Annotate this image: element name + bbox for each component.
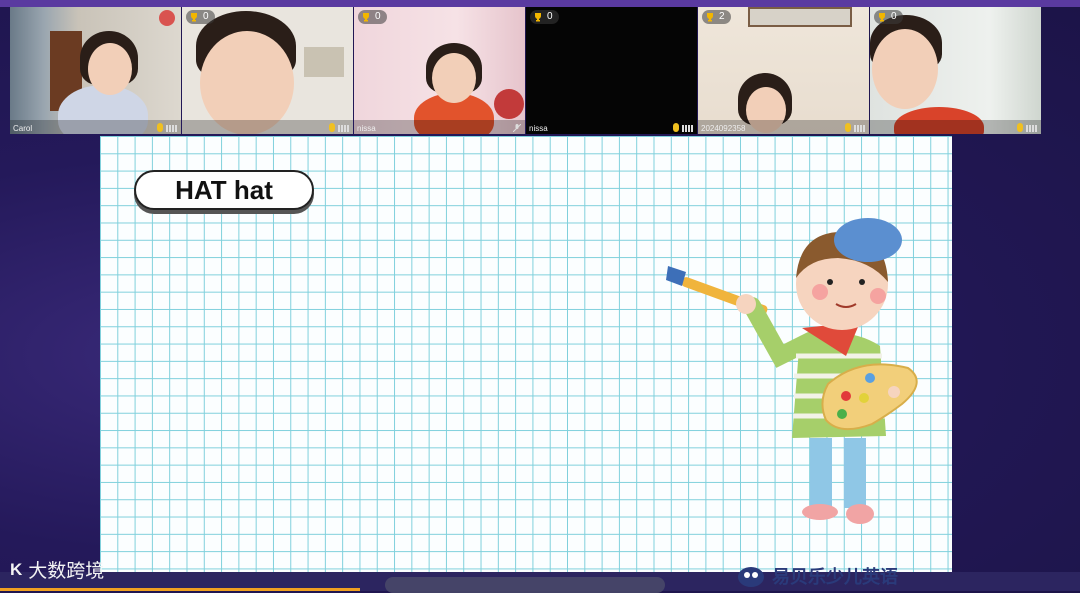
video-tile-student[interactable]: 0 nissa xyxy=(526,7,697,134)
score-value: 2 xyxy=(719,11,725,22)
word-card: HAT hat xyxy=(134,170,314,210)
watermark: K 大数跨境 xyxy=(10,556,104,583)
video-tile-student[interactable]: 0 xyxy=(182,7,353,134)
score-value: 0 xyxy=(375,11,381,22)
participant-name: 2024092358 xyxy=(701,124,746,133)
name-bar xyxy=(10,120,181,134)
brand-text: 易贝乐少儿英语 xyxy=(772,567,898,587)
score-value: 0 xyxy=(891,11,897,22)
trophy-icon xyxy=(535,13,541,22)
score-value: 0 xyxy=(547,11,553,22)
score-badge: 0 xyxy=(530,10,559,24)
score-badge: 2 xyxy=(702,10,731,24)
wall-frame xyxy=(748,7,852,27)
wall-picture xyxy=(304,47,344,77)
brand-mascot-icon xyxy=(738,567,764,587)
video-feed xyxy=(354,7,525,134)
trophy-icon xyxy=(191,13,197,22)
red-object xyxy=(494,89,524,119)
video-feed-off xyxy=(526,7,697,134)
student-face xyxy=(872,29,938,109)
participant-name: nissa xyxy=(357,124,376,133)
watermark-text: 大数跨境 xyxy=(28,561,105,582)
top-bar xyxy=(0,0,1080,7)
participant-name: Carol xyxy=(13,124,33,133)
score-badge: 0 xyxy=(874,10,903,24)
score-badge: 0 xyxy=(358,10,387,24)
score-badge: 0 xyxy=(186,10,215,24)
brand-logo: 易贝乐少儿英语 xyxy=(736,563,898,589)
video-tile-student[interactable]: 0 nissa xyxy=(354,7,525,134)
participant-name: nissa xyxy=(529,124,548,133)
mic-level-icon xyxy=(329,123,349,132)
video-tile-student[interactable]: 0 xyxy=(870,7,1041,134)
trophy-icon xyxy=(363,13,369,22)
student-face xyxy=(200,31,294,134)
muted-camera-icon[interactable] xyxy=(159,10,175,26)
trophy-icon xyxy=(879,13,885,22)
student-face xyxy=(432,53,476,103)
trophy-icon xyxy=(707,13,713,22)
lesson-whiteboard[interactable]: HAT hat xyxy=(100,136,952,574)
participant-video-strip: Carol 0 0 nissa 0 nissa 2 2024092358 0 xyxy=(10,7,1042,134)
video-feed xyxy=(182,7,353,134)
video-feed xyxy=(698,7,869,134)
painter-boy-illustration xyxy=(666,218,918,524)
mic-level-icon xyxy=(1017,123,1037,132)
video-tile-student[interactable]: 2 2024092358 xyxy=(698,7,869,134)
watermark-logo-icon: K xyxy=(10,559,23,579)
mic-level-icon xyxy=(673,123,693,132)
mic-muted-icon xyxy=(513,124,521,132)
mic-level-icon xyxy=(845,123,865,132)
teacher-face xyxy=(88,43,132,95)
name-bar xyxy=(354,120,525,134)
mic-level-icon xyxy=(157,123,177,132)
name-bar xyxy=(870,120,1041,134)
video-tile-teacher[interactable]: Carol xyxy=(10,7,181,134)
name-bar xyxy=(182,120,353,134)
score-value: 0 xyxy=(203,11,209,22)
word-text: HAT hat xyxy=(175,174,273,205)
video-feed xyxy=(10,7,181,134)
video-feed xyxy=(870,7,1041,134)
